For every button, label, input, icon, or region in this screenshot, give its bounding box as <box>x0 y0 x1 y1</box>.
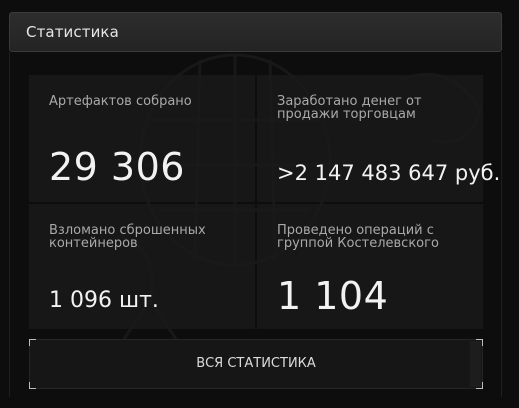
stat-label: Проведено операций с группой Костелевско… <box>277 223 439 251</box>
corner-bracket <box>29 382 36 389</box>
all-statistics-button[interactable]: ВСЯ СТАТИСТИКА <box>29 339 483 389</box>
stat-label: Взломано сброшенных контейнеров <box>49 223 206 251</box>
stat-value: >2 147 483 647 руб. <box>277 161 501 185</box>
corner-bracket <box>29 339 36 346</box>
stat-card-containers: Взломано сброшенных контейнеров 1 096 шт… <box>29 204 255 329</box>
stat-card-operations: Проведено операций с группой Костелевско… <box>257 204 483 329</box>
stat-label: Артефактов собрано <box>49 94 192 109</box>
all-statistics-label: ВСЯ СТАТИСТИКА <box>196 356 316 371</box>
stat-card-money: Заработано денег от продажи торговцам >2… <box>257 75 500 202</box>
panel-title: Статистика <box>26 23 119 41</box>
stat-value: 29 306 <box>49 145 185 189</box>
stat-value: 1 096 шт. <box>49 288 159 313</box>
statistics-panel: Статистика Артефактов собрано 29 306 Зар… <box>0 0 519 408</box>
stat-card-artifacts: Артефактов собрано 29 306 <box>29 75 255 202</box>
stat-value: 1 104 <box>277 274 389 318</box>
stat-label: Заработано денег от продажи торговцам <box>277 94 422 122</box>
panel-header: Статистика <box>9 12 502 52</box>
scrollbar-thumb[interactable] <box>470 341 481 387</box>
